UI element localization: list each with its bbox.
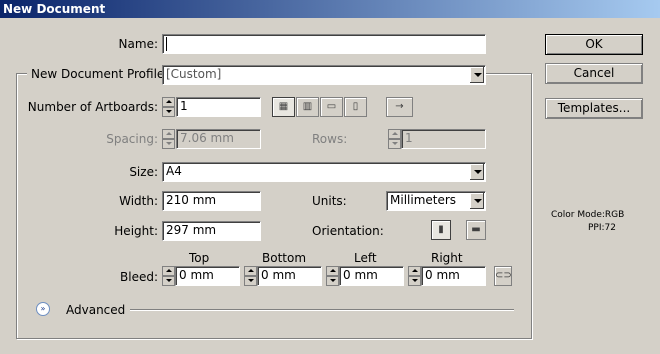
stepper-up-icon[interactable] (244, 266, 257, 276)
size-label: Size: (129, 165, 158, 179)
width-input[interactable]: 210 mm (162, 191, 261, 211)
height-input[interactable]: 297 mm (162, 221, 261, 241)
profile-label: New Document Profile: (27, 67, 173, 81)
bleed-right-label: Right (431, 251, 463, 265)
name-input[interactable] (162, 34, 486, 54)
expand-chevron-icon[interactable]: » (36, 302, 50, 316)
stepper-down-icon[interactable] (326, 276, 339, 286)
spacing-input: 7.06 mm (176, 129, 261, 149)
chevron-down-icon[interactable] (469, 193, 484, 209)
spacing-stepper (162, 129, 175, 149)
window-title: New Document (3, 2, 106, 16)
bleed-left-input[interactable]: 0 mm (339, 266, 404, 286)
artboards-stepper[interactable] (162, 97, 175, 117)
landscape-icon[interactable]: ▬ (466, 220, 486, 240)
text-cursor (166, 37, 167, 51)
stepper-down-icon[interactable] (162, 107, 175, 117)
stepper-up-icon[interactable] (326, 266, 339, 276)
grid-by-row-icon[interactable]: ▦ (272, 97, 295, 117)
bleed-right-input[interactable]: 0 mm (421, 266, 486, 286)
height-label: Height: (114, 224, 158, 238)
bleed-top-stepper[interactable] (162, 266, 175, 286)
bleed-bottom-stepper[interactable] (244, 266, 257, 286)
stepper-up-icon[interactable] (162, 97, 175, 107)
ppi-text: PPI:72 (588, 223, 616, 233)
chain-link-icon[interactable]: ⊂⊃ (494, 266, 512, 286)
units-label: Units: (312, 194, 347, 208)
stepper-down-icon[interactable] (162, 276, 175, 286)
chevron-down-icon[interactable] (469, 164, 484, 180)
stepper-up-icon (388, 129, 401, 139)
units-dropdown[interactable]: Millimeters (386, 191, 486, 211)
bleed-left-label: Left (354, 251, 377, 265)
cancel-button[interactable]: Cancel (545, 63, 643, 84)
bleed-left-stepper[interactable] (326, 266, 339, 286)
profile-dropdown[interactable]: [Custom] (162, 65, 486, 85)
color-mode-text: Color Mode:RGB (551, 210, 625, 220)
size-value: A4 (166, 164, 182, 178)
stepper-up-icon[interactable] (408, 266, 421, 276)
bleed-right-stepper[interactable] (408, 266, 421, 286)
units-value: Millimeters (390, 193, 457, 207)
stepper-up-icon (162, 129, 175, 139)
right-arrow-icon[interactable]: → (386, 97, 413, 117)
portrait-icon[interactable]: ▮ (431, 220, 451, 240)
artboards-label: Number of Artboards: (27, 100, 158, 114)
stepper-up-icon[interactable] (162, 266, 175, 276)
stepper-down-icon[interactable] (408, 276, 421, 286)
ok-button[interactable]: OK (545, 34, 643, 55)
grid-by-column-icon[interactable]: ▥ (296, 97, 319, 117)
bleed-label: Bleed: (120, 270, 158, 284)
stepper-down-icon[interactable] (244, 276, 257, 286)
name-label: Name: (118, 37, 158, 51)
rows-stepper (388, 129, 401, 149)
stepper-down-icon (388, 139, 401, 149)
width-label: Width: (119, 194, 158, 208)
templates-button[interactable]: Templates... (545, 98, 643, 119)
bleed-bottom-input[interactable]: 0 mm (257, 266, 322, 286)
title-bar: New Document (0, 0, 660, 18)
size-dropdown[interactable]: A4 (162, 162, 486, 182)
rows-input: 1 (401, 129, 486, 149)
chevron-down-icon[interactable] (469, 67, 484, 83)
arrange-by-column-icon[interactable]: ▯ (344, 97, 367, 117)
bleed-top-label: Top (189, 251, 210, 265)
advanced-label[interactable]: Advanced (66, 303, 125, 317)
rows-label: Rows: (312, 132, 348, 146)
artboards-input[interactable]: 1 (176, 97, 261, 117)
advanced-divider (130, 309, 514, 311)
orientation-label: Orientation: (312, 224, 384, 238)
spacing-label: Spacing: (106, 132, 158, 146)
arrange-by-row-icon[interactable]: ▭ (320, 97, 343, 117)
profile-value: [Custom] (166, 67, 222, 81)
bleed-top-input[interactable]: 0 mm (175, 266, 240, 286)
bleed-bottom-label: Bottom (262, 251, 307, 265)
stepper-down-icon (162, 139, 175, 149)
